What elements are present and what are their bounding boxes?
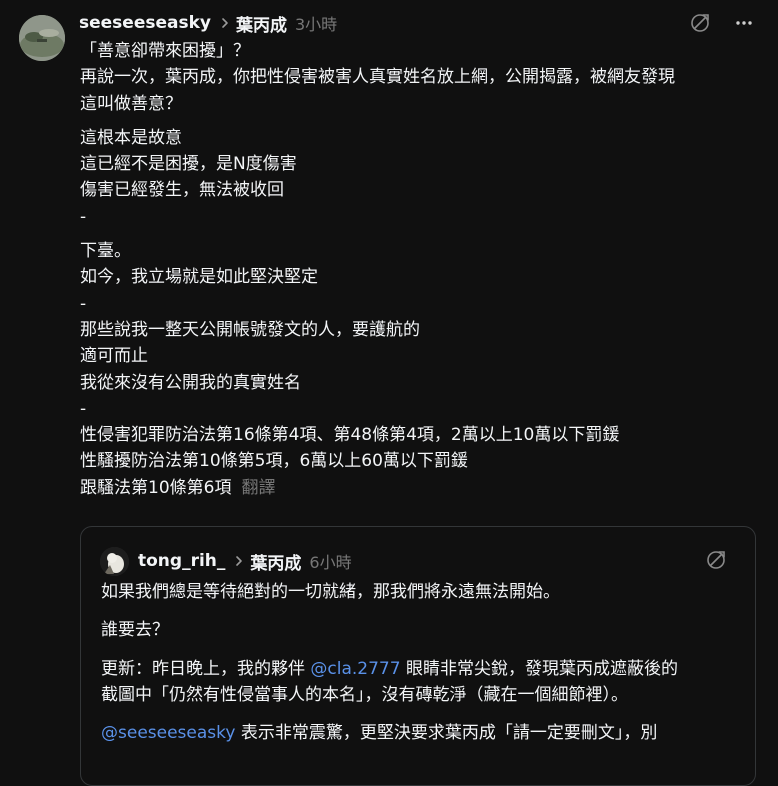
text-line: 如今，我立場就是如此堅決堅定 — [80, 267, 318, 288]
text-line: 這叫做善意？ — [80, 93, 182, 114]
text-line: 那些說我一整天公開帳號發文的人，要護航的 — [80, 319, 420, 340]
mention-link[interactable]: @cla.2777 — [310, 659, 400, 679]
no-reply-icon[interactable] — [689, 12, 711, 34]
paragraph: 更新：昨日晚上，我的夥伴 @cla.2777 眼睛非常尖銳，發現葉丙成遮蔽後的 … — [101, 656, 741, 709]
paragraph: 「善意卻帶來困擾」？ 再說一次，葉丙成，你把性侵害被害人真實姓名放上網，公開揭露… — [80, 38, 760, 117]
paragraph: 誰要去？ — [101, 617, 741, 643]
text-line: 性侵害犯罪防治法第16條第4項、第48條第4項，2萬以上10萬以下罰鍰 — [80, 425, 620, 446]
chevron-right-icon — [222, 18, 228, 28]
paragraph: 下臺。 如今，我立場就是如此堅決堅定 - 那些說我一整天公開帳號發文的人，要護航… — [80, 238, 760, 501]
paragraph: 這根本是故意 這已經不是困擾，是N度傷害 傷害已經發生，無法被收回 - — [80, 125, 760, 230]
avatar[interactable] — [19, 15, 65, 61]
text-line: 這已經不是困擾，是N度傷害 — [80, 154, 297, 175]
text-segment: 更新：昨日晚上，我的夥伴 — [101, 658, 311, 679]
post-text: 「善意卻帶來困擾」？ 再說一次，葉丙成，你把性侵害被害人真實姓名放上網，公開揭露… — [80, 38, 760, 501]
post-username[interactable]: seeseeseasky — [79, 13, 211, 33]
last-line-text: 跟騷法第10條第6項 — [80, 477, 232, 498]
post-timestamp[interactable]: 3小時 — [295, 11, 337, 35]
text-line: 適可而止 — [80, 346, 148, 367]
no-reply-icon[interactable] — [705, 549, 727, 571]
text-line: 傷害已經發生，無法被收回 — [80, 180, 284, 201]
text-line: 「善意卻帶來困擾」？ — [80, 41, 250, 61]
text-line: 再說一次，葉丙成，你把性侵害被害人真實姓名放上網，公開揭露，被網友發現 — [80, 67, 675, 88]
post-header: seeseeseasky 葉丙成 3小時 — [79, 11, 337, 36]
text-line-last: 跟騷法第10條第6項 翻譯 — [80, 475, 760, 501]
text-line: 我從來沒有公開我的真實姓名 — [80, 372, 301, 393]
paragraph: @seeseeseasky 表示非常震驚，更堅決要求葉丙成「請一定要刪文」，別 — [101, 720, 741, 746]
text-line: - — [80, 293, 87, 314]
text-line: 下臺。 — [80, 241, 131, 262]
reply-to-username[interactable]: 葉丙成 — [236, 11, 287, 36]
translate-link[interactable]: 翻譯 — [241, 478, 275, 498]
more-icon[interactable] — [733, 12, 755, 34]
text-line: - — [80, 206, 87, 227]
text-line: @seeseeseasky 表示非常震驚，更堅決要求葉丙成「請一定要刪文」，別 — [101, 720, 741, 746]
text-line: 更新：昨日晚上，我的夥伴 @cla.2777 眼睛非常尖銳，發現葉丙成遮蔽後的 — [101, 656, 741, 682]
text-line: 性騷擾防治法第10條第5項，6萬以上60萬以下罰鍰 — [80, 451, 468, 472]
quoted-avatar[interactable] — [100, 547, 129, 576]
mention-link[interactable]: @seeseeseasky — [101, 723, 235, 743]
text-line: - — [80, 398, 87, 419]
text-segment: 表示非常震驚，更堅決要求葉丙成「請一定要刪文」，別 — [235, 723, 658, 744]
quoted-text: 如果我們總是等待絕對的一切就緒，那我們將永遠無法開始。 誰要去？ 更新：昨日晚上… — [101, 579, 741, 746]
quoted-reply-to[interactable]: 葉丙成 — [250, 549, 301, 574]
text-line: 如果我們總是等待絕對的一切就緒，那我們將永遠無法開始。 — [101, 582, 560, 602]
text-line: 這根本是故意 — [80, 127, 182, 148]
text-line: 截圖中「仍然有性侵當事人的本名」，沒有磚乾淨（藏在一個細節裡）。 — [101, 684, 628, 705]
text-line: 誰要去？ — [101, 620, 169, 641]
quoted-post-card[interactable]: tong_rih_ 葉丙成 6小時 如果我們總是等待絕對的一切就緒，那我們將永遠… — [80, 526, 756, 786]
paragraph: 如果我們總是等待絕對的一切就緒，那我們將永遠無法開始。 — [101, 579, 741, 605]
quoted-header: tong_rih_ 葉丙成 6小時 — [138, 549, 352, 574]
quoted-timestamp[interactable]: 6小時 — [309, 549, 351, 573]
quoted-username[interactable]: tong_rih_ — [138, 551, 225, 571]
chevron-right-icon — [236, 556, 243, 566]
text-segment: 眼睛非常尖銳，發現葉丙成遮蔽後的 — [400, 658, 678, 679]
